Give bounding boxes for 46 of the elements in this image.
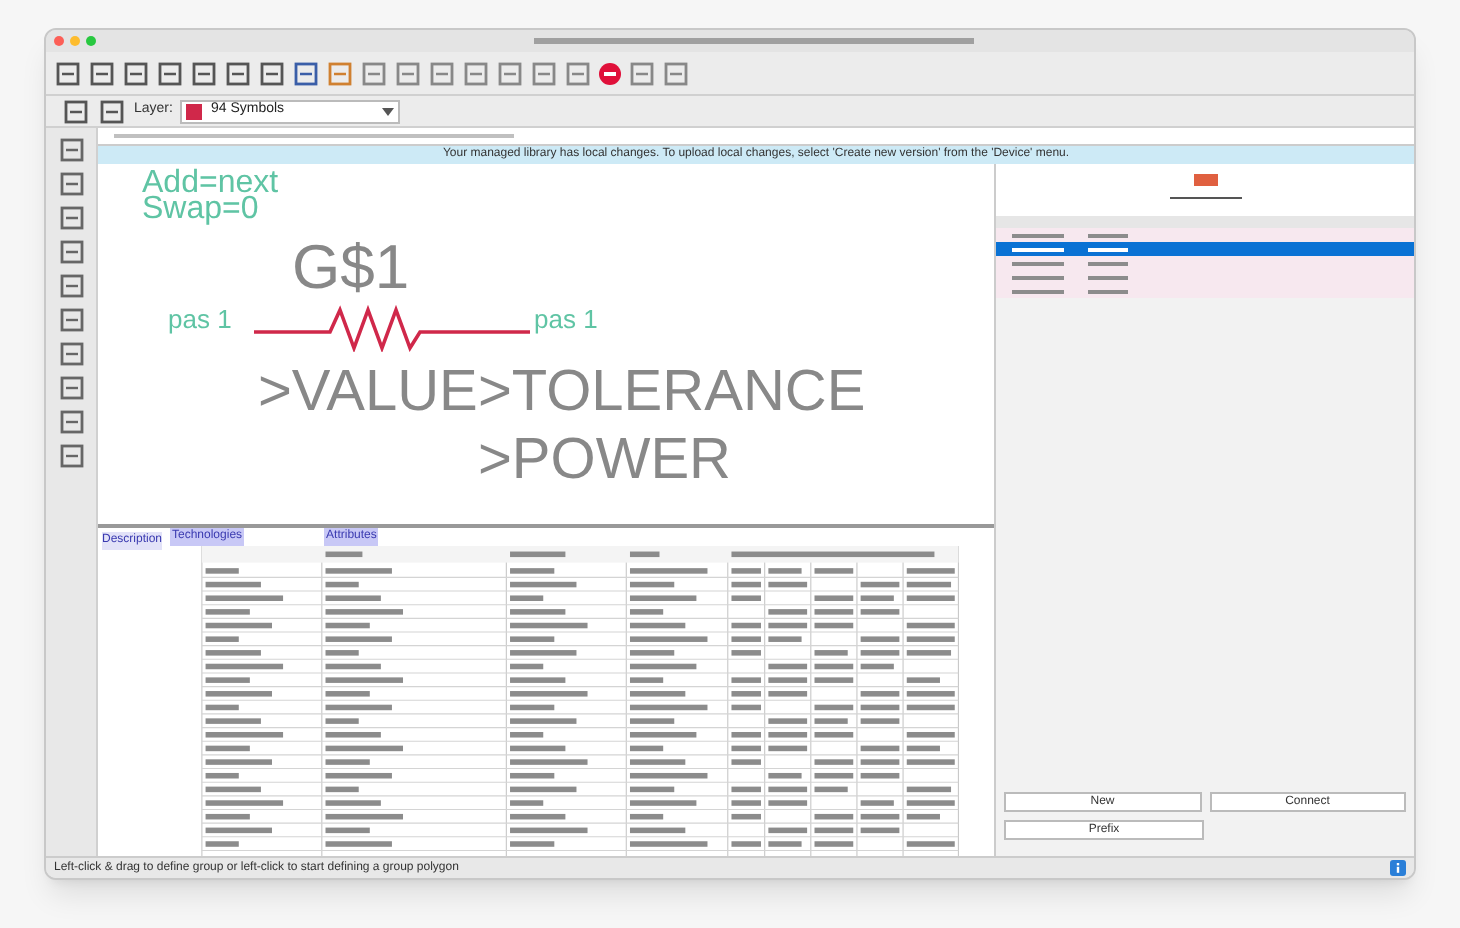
tool-icon[interactable] — [57, 306, 85, 334]
tool-icon[interactable] — [258, 59, 286, 87]
symbol-attribute-text: Swap=0 — [142, 196, 259, 222]
tool-icon[interactable] — [54, 59, 82, 87]
tool-icon[interactable] — [98, 97, 126, 125]
tool-icon[interactable] — [57, 238, 85, 266]
tool-icon[interactable] — [564, 59, 592, 87]
tool-icon[interactable] — [662, 59, 690, 87]
tool-icon[interactable] — [360, 59, 388, 87]
tool-icon[interactable] — [394, 59, 422, 87]
close-icon[interactable] — [54, 36, 64, 46]
tool-icon[interactable] — [224, 59, 252, 87]
pin-label: pas 1 — [534, 302, 598, 338]
value-label: >VALUE — [258, 360, 478, 424]
tool-icon[interactable] — [57, 442, 85, 470]
tool-icon[interactable] — [190, 59, 218, 87]
tolerance-label: >TOLERANCE — [478, 360, 866, 424]
tool-icon[interactable] — [62, 97, 90, 125]
tool-icon[interactable] — [122, 59, 150, 87]
tool-icon[interactable] — [57, 408, 85, 436]
package-row[interactable] — [996, 256, 1414, 270]
tool-icon[interactable] — [57, 136, 85, 164]
tool-icon[interactable] — [530, 59, 558, 87]
package-row[interactable] — [996, 284, 1414, 298]
tool-icon[interactable] — [57, 170, 85, 198]
pin-label: pas 1 — [168, 302, 232, 338]
tool-icon[interactable] — [628, 59, 656, 87]
tool-icon[interactable] — [88, 59, 116, 87]
package-row[interactable] — [996, 242, 1414, 256]
tool-icon[interactable] — [326, 59, 354, 87]
tool-icon[interactable] — [57, 272, 85, 300]
symbol-name: G$1 — [292, 236, 410, 298]
tool-icon[interactable] — [292, 59, 320, 87]
info-icon[interactable] — [1390, 860, 1406, 876]
tool-icon[interactable] — [57, 204, 85, 232]
package-row[interactable] — [996, 228, 1414, 242]
power-label: >POWER — [478, 428, 731, 492]
tool-icon[interactable] — [428, 59, 456, 87]
stop-icon[interactable] — [598, 61, 622, 85]
symbol-attribute-text: Add=next — [142, 170, 279, 196]
tool-icon[interactable] — [57, 374, 85, 402]
caret-icon — [382, 107, 395, 115]
tool-icon[interactable] — [496, 59, 524, 87]
tool-icon[interactable] — [462, 59, 490, 87]
tool-icon[interactable] — [57, 340, 85, 368]
tool-icon[interactable] — [156, 59, 184, 87]
